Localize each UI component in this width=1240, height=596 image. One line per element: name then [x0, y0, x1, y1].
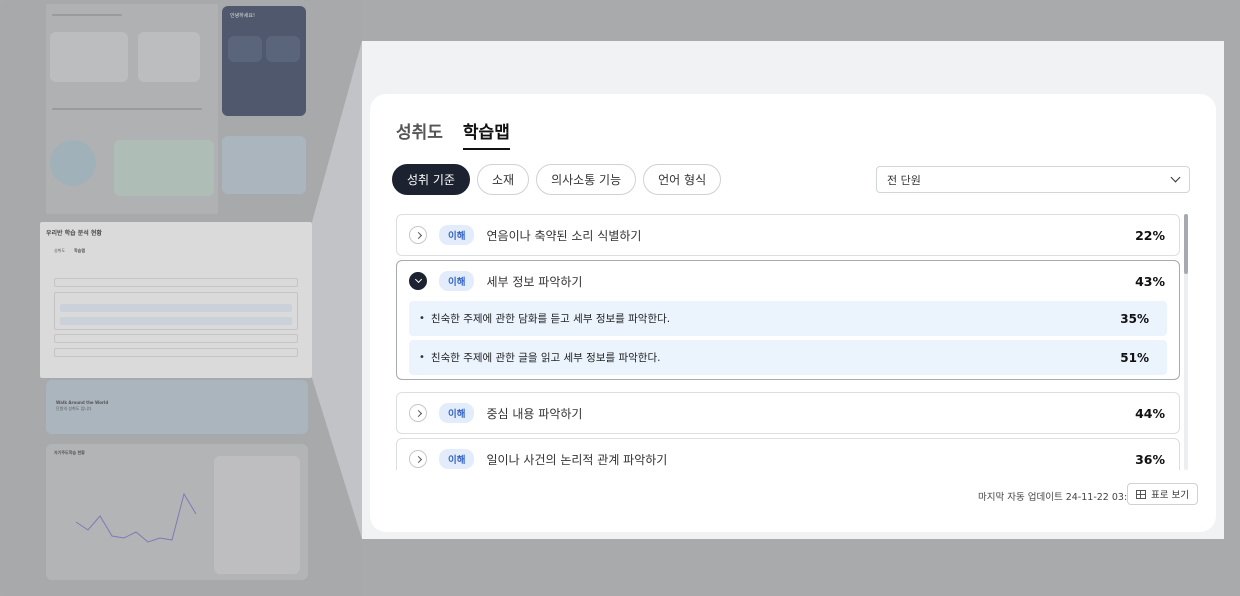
- unit-select-value: 전 단원: [887, 173, 921, 187]
- item-title: 세부 정보 파악하기: [486, 274, 583, 289]
- sub-item-title: 친숙한 주제에 관한 담화를 듣고 세부 정보를 파악한다.: [430, 313, 671, 325]
- filter-achievement-standard[interactable]: 성취 기준: [392, 164, 470, 195]
- table-view-button[interactable]: 표로 보기: [1127, 483, 1198, 505]
- learning-map-card: 성취도 학습맵 성취 기준 소재 의사소통 기능 언어 형식 전 단원 이해 연…: [370, 94, 1216, 532]
- filter-communication-function[interactable]: 의사소통 기능: [536, 164, 637, 195]
- filter-language-form[interactable]: 언어 형식: [643, 164, 722, 195]
- item-percent: 43%: [1135, 273, 1165, 289]
- thumbnail-info-card: [222, 136, 306, 194]
- table-icon: [1136, 489, 1146, 499]
- zoomed-panel: 성취도 학습맵 성취 기준 소재 의사소통 기능 언어 형식 전 단원 이해 연…: [362, 41, 1224, 539]
- chevron-right-icon[interactable]: [409, 226, 427, 244]
- chevron-down-icon: [1170, 172, 1181, 183]
- bullet-icon: •: [419, 313, 425, 324]
- chevron-down-icon[interactable]: [409, 272, 427, 290]
- list-item-expanded: 이해 세부 정보 파악하기 43% • 친숙한 주제에 관한 담화를 듣고 세부…: [396, 260, 1180, 380]
- sub-item-title: 친숙한 주제에 관한 글을 읽고 세부 정보를 파악한다.: [430, 352, 661, 364]
- filter-group: 성취 기준 소재 의사소통 기능 언어 형식: [392, 164, 722, 195]
- sub-item-percent: 35%: [1120, 311, 1149, 326]
- tab-learning-map[interactable]: 학습맵: [462, 118, 510, 150]
- item-percent: 44%: [1135, 405, 1165, 421]
- unit-select[interactable]: 전 단원: [876, 166, 1190, 193]
- category-badge: 이해: [439, 225, 475, 245]
- list-item: 이해 중심 내용 파악하기 44%: [396, 392, 1180, 434]
- item-percent: 22%: [1135, 227, 1165, 243]
- thumbnail-chart-card: 자기주도학습 현황: [46, 444, 308, 580]
- thumbnail-selected-section: 우리반 학습 분석 현황 성취도 학습맵: [40, 222, 312, 378]
- list-item: 이해 연음이나 축약된 소리 식별하기 22%: [396, 214, 1180, 256]
- list-item: 이해 일이나 사건의 논리적 관계 파악하기 36%: [396, 438, 1180, 470]
- chevron-right-icon[interactable]: [409, 404, 427, 422]
- tab-bar: 성취도 학습맵: [396, 118, 510, 150]
- thumbnail-greeting-card: 안녕하세요!: [222, 6, 306, 116]
- sub-item: • 친숙한 주제에 관한 담화를 듣고 세부 정보를 파악한다. 35%: [409, 301, 1167, 336]
- category-badge: 이해: [439, 271, 475, 291]
- last-updated-text: 마지막 자동 업데이트 24-11-22 03:28: [978, 492, 1140, 503]
- scrollbar-thumb[interactable]: [1184, 214, 1188, 274]
- filter-topic[interactable]: 소재: [476, 164, 530, 195]
- thumbnail-banner: Walk Around the World 단원의 성취도 입니다: [46, 380, 308, 434]
- item-title: 일이나 사건의 논리적 관계 파악하기: [486, 452, 668, 467]
- category-badge: 이해: [439, 403, 475, 423]
- item-title: 중심 내용 파악하기: [486, 406, 583, 421]
- bullet-icon: •: [419, 352, 425, 363]
- tab-achievement[interactable]: 성취도: [396, 118, 443, 150]
- sub-item: • 친숙한 주제에 관한 글을 읽고 세부 정보를 파악한다. 51%: [409, 340, 1167, 375]
- chevron-right-icon[interactable]: [409, 450, 427, 468]
- category-badge: 이해: [439, 449, 475, 469]
- list-scrollbar[interactable]: [1184, 214, 1188, 470]
- dashboard-thumbnail: 안녕하세요! Walk Around the World 단원의 성취도 입니다…: [0, 0, 362, 596]
- table-view-label: 표로 보기: [1151, 490, 1189, 501]
- thumbnail-line-chart: [75, 492, 197, 543]
- mascot-image: [50, 140, 96, 186]
- item-percent: 36%: [1135, 451, 1165, 467]
- standards-list: 이해 연음이나 축약된 소리 식별하기 22% 이해 세부 정보 파악하기 43…: [396, 214, 1180, 470]
- item-title: 연음이나 축약된 소리 식별하기: [486, 228, 642, 243]
- sub-item-percent: 51%: [1120, 350, 1149, 365]
